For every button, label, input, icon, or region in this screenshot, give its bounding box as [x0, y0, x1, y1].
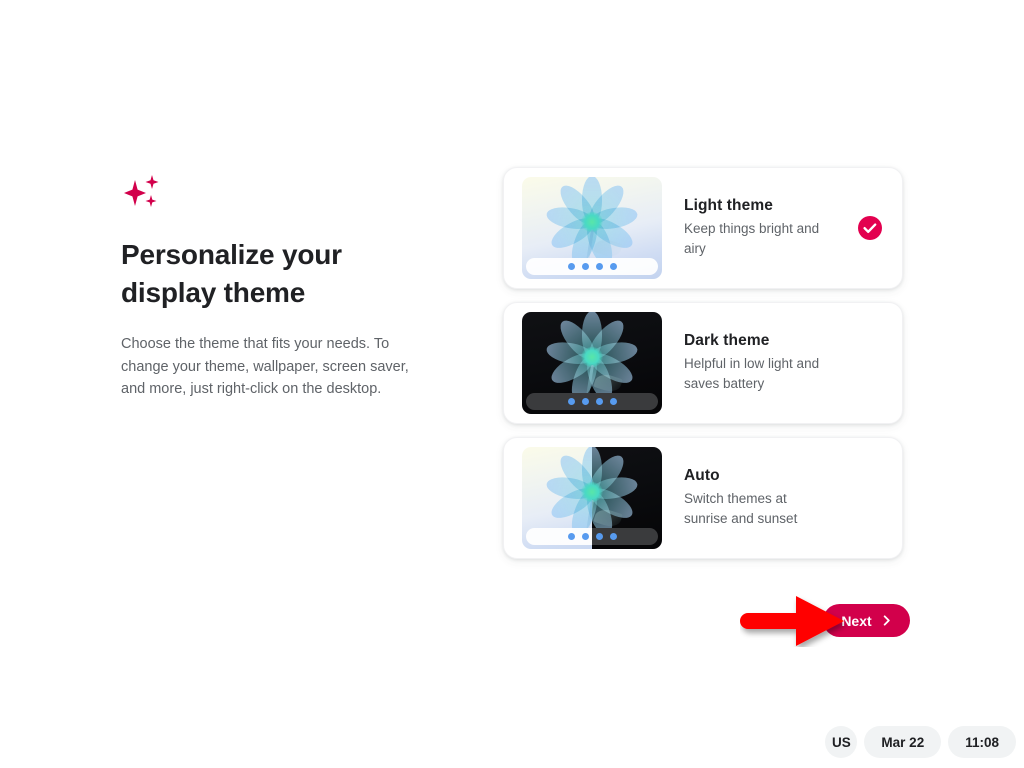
theme-description: Switch themes at sunrise and sunset [684, 490, 798, 526]
next-button-label: Next [841, 612, 872, 629]
theme-title: Light theme [684, 196, 773, 214]
selected-check-icon [858, 216, 882, 240]
theme-card-text: Auto Switch themes at sunrise and sunset [684, 467, 858, 530]
flower-graphic [544, 177, 640, 269]
chevron-right-icon [883, 615, 890, 626]
theme-card-text: Light theme Keep things bright and airy [684, 197, 858, 260]
locale-chip[interactable]: US [825, 726, 858, 758]
preview-shelf [526, 258, 658, 275]
flower-graphic [544, 447, 592, 539]
theme-preview-dark [522, 312, 662, 414]
page-description: Choose the theme that fits your needs. T… [121, 336, 409, 398]
theme-card-auto[interactable]: Auto Switch themes at sunrise and sunset [503, 437, 903, 559]
date-chip[interactable]: Mar 22 [864, 726, 942, 758]
theme-title: Dark theme [684, 331, 770, 349]
flower-graphic [544, 312, 640, 404]
theme-options-list: Light theme Keep things bright and airy [503, 167, 903, 572]
status-bar: US Mar 22 11:08 [825, 726, 1016, 758]
theme-title: Auto [684, 466, 720, 484]
theme-description: Helpful in low light and saves battery [684, 355, 820, 391]
intro-panel: Personalize your display theme Choose th… [121, 172, 431, 401]
theme-card-dark[interactable]: Dark theme Helpful in low light and save… [503, 302, 903, 424]
next-button[interactable]: Next [823, 604, 910, 637]
theme-preview-auto [522, 447, 662, 549]
theme-description: Keep things bright and airy [684, 220, 820, 256]
theme-card-text: Dark theme Helpful in low light and save… [684, 332, 858, 395]
page-title: Personalize your display theme [121, 236, 431, 311]
page-title-line1: Personalize your [121, 239, 342, 270]
preview-shelf [526, 393, 658, 410]
preview-shelf [526, 528, 658, 545]
sparkle-icon [124, 175, 159, 207]
time-chip[interactable]: 11:08 [948, 726, 1016, 758]
page-title-line2: display theme [121, 276, 306, 308]
theme-card-light[interactable]: Light theme Keep things bright and airy [503, 167, 903, 289]
theme-preview-light [522, 177, 662, 279]
